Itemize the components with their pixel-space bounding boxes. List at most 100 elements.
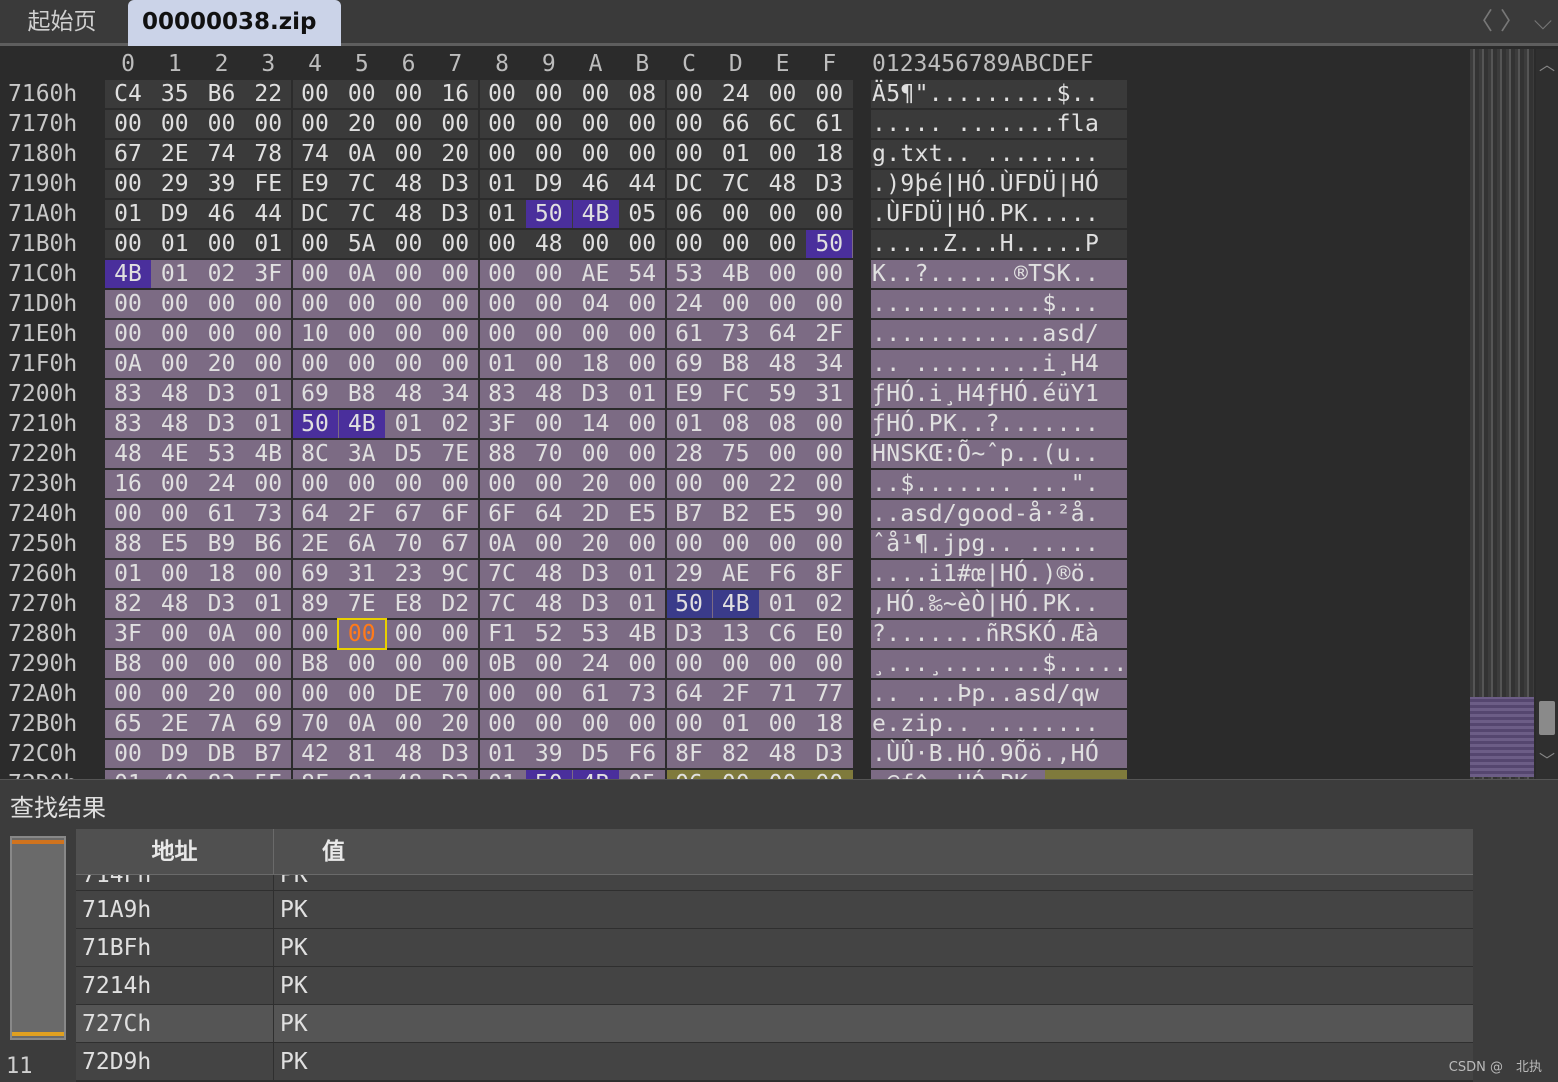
hex-byte[interactable]: E9 <box>666 379 712 409</box>
hex-byte[interactable]: 67 <box>386 499 432 529</box>
hex-byte[interactable]: 00 <box>526 289 572 319</box>
hex-byte[interactable]: 53 <box>666 259 712 289</box>
hex-byte[interactable]: 88 <box>479 439 525 469</box>
hex-byte[interactable]: 67 <box>432 529 478 559</box>
hex-byte[interactable]: 01 <box>152 259 198 289</box>
hex-byte[interactable]: 00 <box>666 649 712 679</box>
column-header-value[interactable]: 值 <box>274 829 1473 875</box>
hex-byte[interactable]: 01 <box>245 409 291 439</box>
hex-byte[interactable]: 00 <box>760 259 806 289</box>
hex-byte[interactable]: 00 <box>713 649 759 679</box>
hex-byte[interactable]: 46 <box>199 199 245 229</box>
hex-byte[interactable]: 69 <box>292 559 338 589</box>
hex-byte[interactable]: 77 <box>806 679 852 709</box>
hex-byte[interactable]: 01 <box>245 589 291 619</box>
hex-byte[interactable]: D5 <box>386 439 432 469</box>
hex-byte[interactable]: E8 <box>386 589 432 619</box>
hex-byte[interactable]: 64 <box>760 319 806 349</box>
ascii-row[interactable]: .ÙÛ·B.HÓ.9Õö.‚HÓ <box>872 739 1099 769</box>
hex-byte[interactable]: 00 <box>386 469 432 499</box>
hex-byte[interactable]: E0 <box>806 619 852 649</box>
hex-byte[interactable]: 7A <box>199 709 245 739</box>
hex-byte[interactable]: 00 <box>526 649 572 679</box>
hex-byte[interactable]: 18 <box>806 709 852 739</box>
hex-byte[interactable]: 3F <box>105 619 151 649</box>
result-row[interactable]: 7214h PK <box>76 967 1473 1005</box>
ascii-row[interactable]: .. ...Þp..asd/qw <box>872 679 1099 709</box>
hex-byte[interactable]: 2F <box>339 499 385 529</box>
ascii-row[interactable]: .....Z...H.....P <box>872 229 1099 259</box>
hex-byte[interactable]: 00 <box>199 109 245 139</box>
ascii-row[interactable]: .. .........i¸H4 <box>872 349 1099 379</box>
hex-byte[interactable]: 82 <box>713 739 759 769</box>
result-row[interactable]: 727Ch PK <box>76 1005 1473 1043</box>
hex-byte[interactable]: 89 <box>292 589 338 619</box>
hex-byte[interactable]: 01 <box>666 409 712 439</box>
hex-byte[interactable]: 24 <box>713 79 759 109</box>
hex-byte[interactable]: 73 <box>619 679 665 709</box>
ascii-row[interactable]: ¸...¸.......$..... <box>872 649 1128 679</box>
hex-byte[interactable]: D3 <box>806 169 852 199</box>
hex-byte[interactable]: 39 <box>199 169 245 199</box>
hex-byte[interactable]: 01 <box>713 139 759 169</box>
hex-byte[interactable]: 69 <box>292 379 338 409</box>
ascii-row[interactable]: ..asd/good-å·²å. <box>872 499 1099 529</box>
hex-byte[interactable]: 34 <box>806 349 852 379</box>
result-row[interactable]: 71BFh PK <box>76 929 1473 967</box>
hex-byte[interactable]: 00 <box>292 79 338 109</box>
hex-byte[interactable]: C6 <box>760 619 806 649</box>
hex-byte[interactable]: 00 <box>806 649 852 679</box>
hex-byte[interactable]: 00 <box>526 109 572 139</box>
hex-byte[interactable]: 00 <box>619 439 665 469</box>
hex-byte[interactable]: 9C <box>432 559 478 589</box>
hex-byte[interactable]: D3 <box>432 199 478 229</box>
hex-byte[interactable]: 01 <box>479 349 525 379</box>
hex-byte[interactable]: 00 <box>432 229 478 259</box>
hex-byte[interactable]: 0A <box>339 259 385 289</box>
hex-byte[interactable]: 13 <box>713 619 759 649</box>
hex-byte[interactable]: 00 <box>806 409 852 439</box>
hex-byte[interactable]: 05 <box>619 769 665 779</box>
hex-byte[interactable]: 4B <box>712 590 759 618</box>
hex-byte[interactable]: 00 <box>526 139 572 169</box>
hex-byte[interactable]: 81 <box>339 739 385 769</box>
hex-byte[interactable]: 18 <box>199 559 245 589</box>
hex-byte[interactable]: 4B <box>572 770 619 779</box>
hex-byte[interactable]: 70 <box>526 439 572 469</box>
hex-byte[interactable]: 00 <box>619 409 665 439</box>
hex-byte[interactable]: 61 <box>806 109 852 139</box>
hex-byte[interactable]: 61 <box>666 319 712 349</box>
hex-byte[interactable]: 00 <box>713 769 759 779</box>
hex-byte[interactable]: C4 <box>105 79 151 109</box>
hex-byte[interactable]: 20 <box>573 529 619 559</box>
hex-byte[interactable]: 22 <box>245 79 291 109</box>
ascii-row[interactable]: ..... .......fla <box>872 109 1099 139</box>
hex-byte[interactable]: 00 <box>760 649 806 679</box>
hex-byte[interactable]: AE <box>573 259 619 289</box>
ascii-row[interactable]: .ÙFDÜ|HÓ.PK..... <box>872 199 1099 229</box>
hex-byte[interactable]: 00 <box>105 739 151 769</box>
hex-byte[interactable]: 00 <box>666 709 712 739</box>
hex-byte[interactable]: 00 <box>432 469 478 499</box>
hex-byte[interactable]: 00 <box>339 649 385 679</box>
hex-byte[interactable]: 18 <box>573 349 619 379</box>
hex-byte[interactable]: 00 <box>245 559 291 589</box>
hex-byte[interactable]: 01 <box>105 199 151 229</box>
hex-byte[interactable]: 00 <box>479 79 525 109</box>
result-row[interactable]: 72D9h PK <box>76 1043 1473 1081</box>
hex-byte[interactable]: 00 <box>806 469 852 499</box>
hex-byte[interactable]: 20 <box>199 679 245 709</box>
hex-byte[interactable]: F1 <box>479 619 525 649</box>
hex-byte[interactable]: 00 <box>666 109 712 139</box>
hex-byte[interactable]: E5 <box>760 499 806 529</box>
hex-byte[interactable]: 02 <box>432 409 478 439</box>
hex-byte[interactable]: 00 <box>526 349 572 379</box>
hex-byte[interactable]: 00 <box>806 769 852 779</box>
hex-byte[interactable]: 00 <box>760 199 806 229</box>
column-header-address[interactable]: 地址 <box>76 829 274 875</box>
hex-byte[interactable]: 00 <box>573 709 619 739</box>
hex-byte[interactable]: D3 <box>806 739 852 769</box>
hex-byte[interactable]: 00 <box>245 469 291 499</box>
hex-byte[interactable]: 23 <box>386 559 432 589</box>
hex-byte[interactable]: 78 <box>245 139 291 169</box>
